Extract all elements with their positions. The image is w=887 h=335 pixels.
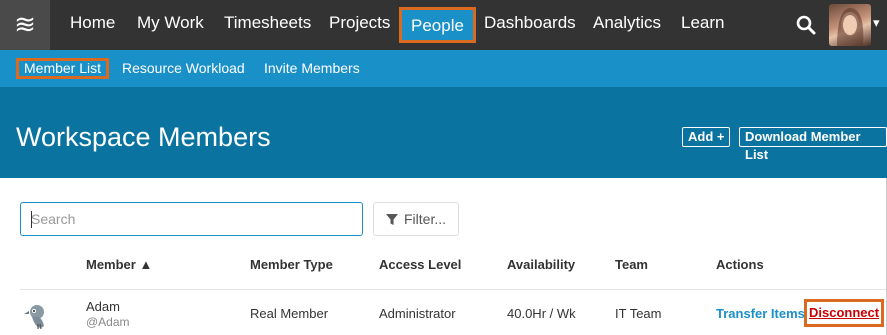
column-header-member-type[interactable]: Member Type: [250, 257, 333, 272]
search-field[interactable]: [20, 202, 363, 236]
subnav-resource-workload[interactable]: Resource Workload: [122, 50, 245, 87]
column-header-availability[interactable]: Availability: [507, 257, 575, 272]
subnav-member-list[interactable]: Member List: [16, 58, 110, 79]
column-header-team[interactable]: Team: [615, 257, 648, 272]
page-header: Workspace Members Add + Download Member …: [0, 87, 887, 178]
nav-item-home[interactable]: Home: [70, 0, 115, 50]
add-member-button[interactable]: Add +: [682, 127, 731, 147]
avatar-portrait-icon: [837, 8, 864, 46]
column-header-access-level[interactable]: Access Level: [379, 257, 461, 272]
filter-button[interactable]: Filter...: [373, 202, 459, 236]
filter-funnel-icon: [386, 214, 398, 225]
text-cursor: [31, 211, 32, 228]
subnav-invite-members[interactable]: Invite Members: [264, 50, 360, 87]
nav-item-learn[interactable]: Learn: [681, 0, 724, 50]
search-icon[interactable]: [795, 14, 817, 36]
transfer-items-link[interactable]: Transfer Items: [716, 306, 805, 321]
download-member-list-button[interactable]: Download Member List: [739, 127, 887, 162]
top-nav-bar: ≋ Home My Work Timesheets Projects Peopl…: [0, 0, 887, 50]
disconnect-link[interactable]: Disconnect: [804, 299, 885, 327]
nav-item-people[interactable]: People: [399, 7, 476, 43]
search-input[interactable]: [21, 203, 362, 235]
availability: 40.0Hr / Wk: [507, 306, 576, 321]
member-handle: @Adam: [86, 315, 130, 329]
logo-icon: ≋: [14, 10, 36, 40]
page-title: Workspace Members: [16, 122, 271, 152]
filter-label: Filter...: [404, 211, 447, 227]
user-avatar[interactable]: [829, 4, 871, 46]
member-avatar-icon: [24, 305, 44, 330]
app-logo-button[interactable]: ≋: [0, 0, 50, 50]
sub-nav-bar: Member List Resource Workload Invite Mem…: [0, 50, 887, 87]
nav-item-projects[interactable]: Projects: [329, 0, 390, 50]
table-divider: [20, 289, 887, 290]
avatar-dropdown-icon[interactable]: ▾: [873, 16, 880, 31]
nav-item-timesheets[interactable]: Timesheets: [224, 0, 311, 50]
member-name[interactable]: Adam: [86, 299, 120, 314]
column-header-member[interactable]: Member ▲: [86, 257, 152, 272]
nav-item-analytics[interactable]: Analytics: [593, 0, 661, 50]
nav-item-my-work[interactable]: My Work: [137, 0, 204, 50]
access-level: Administrator: [379, 306, 456, 321]
team: IT Team: [615, 306, 662, 321]
column-header-actions: Actions: [716, 257, 764, 272]
nav-item-dashboards[interactable]: Dashboards: [484, 0, 576, 50]
member-type: Real Member: [250, 306, 329, 321]
